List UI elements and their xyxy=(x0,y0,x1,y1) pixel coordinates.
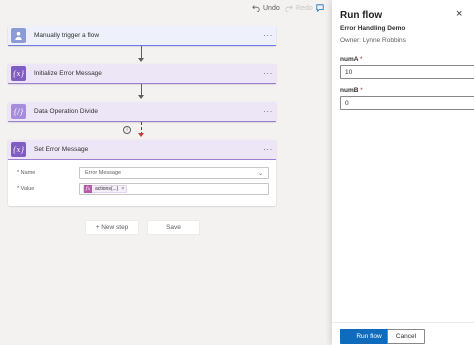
more-options-icon[interactable]: ··· xyxy=(260,145,276,154)
run-flow-panel: Run flow × Error Handling Demo Owner: Ly… xyxy=(332,0,474,345)
undo-label: Undo xyxy=(263,4,280,12)
run-after-arrow-icon xyxy=(138,133,144,137)
value-input[interactable]: fx actions(...) × xyxy=(79,183,269,195)
step-title: Manually trigger a flow xyxy=(34,32,100,39)
panel-divider xyxy=(332,322,474,323)
comment-button[interactable] xyxy=(316,4,324,12)
expression-icon: {/} xyxy=(11,104,26,119)
name-label: * Name xyxy=(17,170,36,176)
connector-arrow-icon xyxy=(138,58,144,62)
step-header[interactable]: Manually trigger a flow ··· xyxy=(8,26,276,46)
variable-icon: {x} xyxy=(11,142,26,157)
token-text: actions(...) xyxy=(95,186,119,192)
numa-label: numA * xyxy=(340,56,363,63)
save-button[interactable]: Save xyxy=(147,220,200,235)
flow-designer-canvas: Undo Redo Manually trigger a flow ··· {x… xyxy=(0,0,332,345)
undo-button[interactable]: Undo xyxy=(252,4,280,12)
redo-button[interactable]: Redo xyxy=(285,4,313,12)
new-step-button[interactable]: + New step xyxy=(85,220,139,235)
more-options-icon[interactable]: ··· xyxy=(260,69,276,78)
step-header[interactable]: {/} Data Operation Divide ··· xyxy=(8,102,276,122)
flow-name: Error Handling Demo xyxy=(340,25,406,32)
variable-icon: {x} xyxy=(11,66,26,81)
step-title: Initialize Error Message xyxy=(34,70,102,77)
value-field-row: * Value fx actions(...) × xyxy=(15,182,269,196)
person-icon xyxy=(11,28,26,43)
name-value: Error Message xyxy=(85,170,122,176)
chevron-down-icon: ⌄ xyxy=(257,171,263,177)
designer-toolbar: Undo Redo xyxy=(0,0,332,22)
step-set-error-message[interactable]: {x} Set Error Message ··· * Name Error M… xyxy=(8,140,276,206)
numa-input[interactable]: 10 xyxy=(340,65,474,79)
redo-label: Redo xyxy=(296,4,313,12)
flow-owner: Owner: Lynne Robbins xyxy=(340,37,406,44)
function-icon: fx xyxy=(84,185,92,193)
step-body: * Name Error Message ⌄ * Value fx action… xyxy=(8,160,276,206)
step-title: Data Operation Divide xyxy=(34,108,98,115)
step-data-operation-divide[interactable]: {/} Data Operation Divide ··· xyxy=(8,102,276,122)
more-options-icon[interactable]: ··· xyxy=(260,107,276,116)
connector-arrow-icon xyxy=(138,95,144,99)
name-dropdown[interactable]: Error Message ⌄ xyxy=(79,167,269,179)
comment-icon xyxy=(316,4,324,12)
token-remove-icon[interactable]: × xyxy=(121,186,124,192)
info-icon[interactable]: i xyxy=(123,126,131,134)
numb-label: numB * xyxy=(340,87,363,94)
cancel-button[interactable]: Cancel xyxy=(387,329,425,344)
step-header[interactable]: {x} Initialize Error Message ··· xyxy=(8,64,276,84)
step-manually-trigger[interactable]: Manually trigger a flow ··· xyxy=(8,26,276,46)
name-field-row: * Name Error Message ⌄ xyxy=(15,166,269,180)
step-title: Set Error Message xyxy=(34,146,89,153)
redo-icon xyxy=(285,5,293,12)
expression-token[interactable]: fx actions(...) × xyxy=(83,185,128,193)
numb-input[interactable]: 0 xyxy=(340,96,474,110)
value-label: * Value xyxy=(17,186,35,192)
step-header[interactable]: {x} Set Error Message ··· xyxy=(8,140,276,160)
close-icon[interactable]: × xyxy=(456,8,462,20)
step-initialize-error-message[interactable]: {x} Initialize Error Message ··· xyxy=(8,64,276,84)
panel-title: Run flow xyxy=(340,10,383,21)
undo-icon xyxy=(252,5,260,12)
more-options-icon[interactable]: ··· xyxy=(260,31,276,40)
